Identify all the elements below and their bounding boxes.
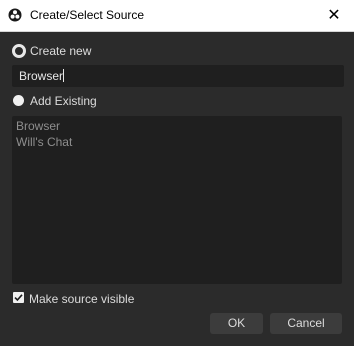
source-name-input[interactable]: Browser [12, 65, 344, 87]
make-visible-checkbox[interactable] [13, 292, 24, 303]
source-name-value: Browser [19, 69, 65, 83]
existing-sources-list[interactable]: Browser Will's Chat [12, 116, 342, 284]
add-existing-label[interactable]: Add Existing [30, 94, 97, 108]
ok-button[interactable]: OK [210, 313, 263, 334]
window-title: Create/Select Source [30, 8, 145, 22]
add-existing-radio[interactable] [13, 95, 24, 106]
close-button[interactable]: ✕ [314, 0, 354, 31]
obs-logo-icon [8, 8, 22, 22]
checkmark-icon [14, 294, 23, 302]
make-visible-label[interactable]: Make source visible [29, 292, 134, 306]
title-bar: Create/Select Source ✕ [0, 0, 354, 32]
cancel-button[interactable]: Cancel [270, 313, 342, 334]
close-icon: ✕ [327, 7, 341, 24]
create-new-radio[interactable] [12, 44, 26, 58]
text-caret [63, 69, 65, 82]
source-name-text: Browser [19, 69, 64, 83]
create-new-label[interactable]: Create new [30, 44, 91, 58]
list-item[interactable]: Will's Chat [16, 135, 72, 149]
list-item[interactable]: Browser [16, 119, 60, 133]
